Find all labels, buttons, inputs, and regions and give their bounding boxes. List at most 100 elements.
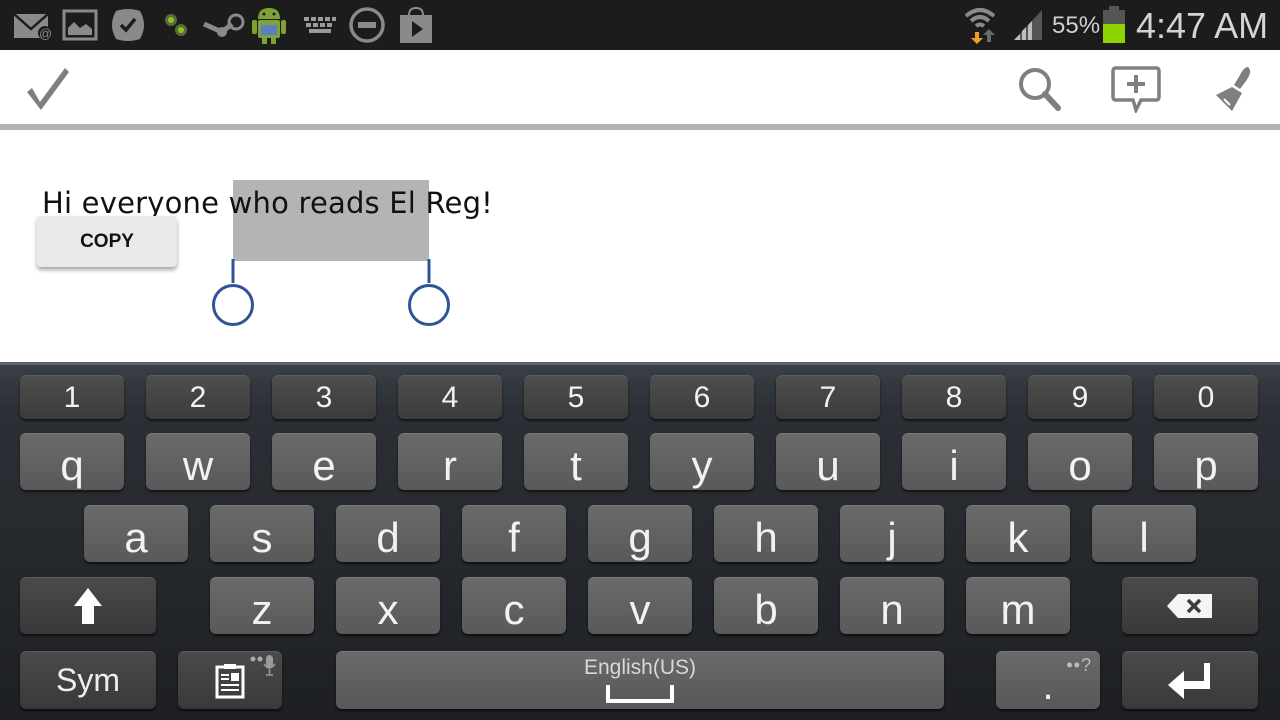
key-label: 1 <box>63 380 81 414</box>
key-w[interactable]: w <box>146 433 250 490</box>
key-t[interactable]: t <box>524 433 628 490</box>
format-brush-button[interactable] <box>1204 64 1260 114</box>
backspace-icon <box>1167 594 1212 618</box>
mic-icon <box>250 655 276 676</box>
backspace-key[interactable] <box>1122 577 1258 634</box>
add-comment-icon <box>1111 66 1161 113</box>
key-y[interactable]: y <box>650 433 754 490</box>
action-bar <box>0 50 1280 124</box>
key-label: d <box>376 514 400 561</box>
add-comment-button[interactable] <box>1108 64 1164 114</box>
key-label: j <box>887 514 897 561</box>
key-m[interactable]: m <box>966 577 1070 634</box>
key-label: . <box>1042 664 1054 708</box>
selection-end-handle[interactable] <box>407 259 451 331</box>
clipboard-key[interactable] <box>178 651 282 709</box>
task-check-icon <box>108 7 148 43</box>
email-at-icon: @ <box>12 7 54 43</box>
key-5[interactable]: 5 <box>524 375 628 419</box>
do-not-disturb-icon <box>347 7 387 43</box>
key-9[interactable]: 9 <box>1028 375 1132 419</box>
key-label: i <box>949 442 959 489</box>
key-n[interactable]: n <box>840 577 944 634</box>
checkmark-icon <box>27 68 69 110</box>
key-j[interactable]: j <box>840 505 944 562</box>
space-bar-icon <box>606 685 674 703</box>
status-bar: @ 55% 4:47 AM <box>0 0 1280 50</box>
key-b[interactable]: b <box>714 577 818 634</box>
key-x[interactable]: x <box>336 577 440 634</box>
selection-start-handle[interactable] <box>211 259 255 331</box>
key-v[interactable]: v <box>588 577 692 634</box>
key-label: f <box>508 514 520 561</box>
link-nodes-icon <box>160 7 192 43</box>
key-u[interactable]: u <box>776 433 880 490</box>
enter-key[interactable] <box>1122 651 1258 709</box>
keyboard-icon <box>302 7 338 43</box>
key-i[interactable]: i <box>902 433 1006 490</box>
key-label: m <box>1000 586 1036 633</box>
key-c[interactable]: c <box>462 577 566 634</box>
search-button[interactable] <box>1012 64 1068 114</box>
key-label: 7 <box>819 380 837 414</box>
key-4[interactable]: 4 <box>398 375 502 419</box>
android-icon <box>250 7 288 44</box>
key-p[interactable]: p <box>1154 433 1258 490</box>
svg-text:@: @ <box>39 26 52 41</box>
space-key[interactable]: English(US) <box>336 651 944 709</box>
language-label: English(US) <box>583 656 697 679</box>
key-f[interactable]: f <box>462 505 566 562</box>
key-z[interactable]: z <box>210 577 314 634</box>
key-label: 0 <box>1197 380 1215 414</box>
key-label: 9 <box>1071 380 1089 414</box>
steam-icon <box>202 7 246 43</box>
key-0[interactable]: 0 <box>1154 375 1258 419</box>
key-label: c <box>503 586 525 633</box>
key-hint: ••? <box>1066 655 1092 675</box>
enter-icon <box>1168 662 1210 699</box>
key-label: x <box>377 586 399 633</box>
key-1[interactable]: 1 <box>20 375 124 419</box>
period-key[interactable]: ••? . <box>996 651 1100 709</box>
key-label: 5 <box>567 380 585 414</box>
key-e[interactable]: e <box>272 433 376 490</box>
key-label: w <box>182 442 214 489</box>
key-a[interactable]: a <box>84 505 188 562</box>
note-editor[interactable]: Hi everyone who reads El Reg! COPY <box>0 130 1280 362</box>
key-l[interactable]: l <box>1092 505 1196 562</box>
copy-button[interactable]: COPY <box>37 216 177 267</box>
key-r[interactable]: r <box>398 433 502 490</box>
key-d[interactable]: d <box>336 505 440 562</box>
key-h[interactable]: h <box>714 505 818 562</box>
key-label: k <box>1007 514 1029 561</box>
play-store-icon <box>397 6 435 43</box>
key-label: z <box>251 586 273 633</box>
signal-icon <box>1012 7 1046 43</box>
key-label: t <box>570 442 582 489</box>
shift-arrow-icon <box>74 588 102 624</box>
key-2[interactable]: 2 <box>146 375 250 419</box>
key-q[interactable]: q <box>20 433 124 490</box>
done-button[interactable] <box>20 64 76 114</box>
key-o[interactable]: o <box>1028 433 1132 490</box>
key-label: b <box>754 586 778 633</box>
key-label: y <box>691 442 713 489</box>
sym-key[interactable]: Sym <box>20 651 156 709</box>
key-label: n <box>880 586 904 633</box>
key-s[interactable]: s <box>210 505 314 562</box>
key-label: r <box>443 442 457 489</box>
key-label: 2 <box>189 380 207 414</box>
key-g[interactable]: g <box>588 505 692 562</box>
search-icon <box>1019 68 1061 111</box>
paintbrush-icon <box>1216 67 1251 111</box>
gallery-icon <box>62 7 98 43</box>
key-label: v <box>629 586 651 633</box>
key-8[interactable]: 8 <box>902 375 1006 419</box>
key-7[interactable]: 7 <box>776 375 880 419</box>
key-k[interactable]: k <box>966 505 1070 562</box>
key-3[interactable]: 3 <box>272 375 376 419</box>
key-label: e <box>312 442 336 489</box>
key-label: 4 <box>441 380 459 414</box>
key-6[interactable]: 6 <box>650 375 754 419</box>
shift-key[interactable] <box>20 577 156 634</box>
